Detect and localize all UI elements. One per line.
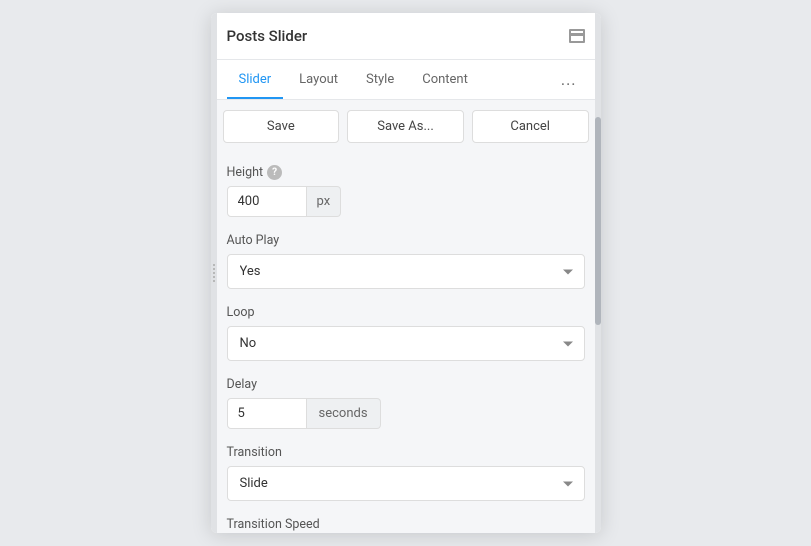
- height-label: Height ?: [227, 165, 585, 180]
- resize-handle[interactable]: [211, 13, 217, 533]
- posts-slider-panel: Posts Slider Slider Layout Style Content…: [211, 13, 601, 533]
- delay-input[interactable]: [227, 398, 307, 429]
- tab-more-button[interactable]: ...: [553, 60, 585, 99]
- height-input[interactable]: [227, 186, 307, 217]
- scrollbar-track: [595, 13, 601, 533]
- panel-header: Posts Slider: [211, 13, 601, 60]
- cancel-button[interactable]: Cancel: [472, 110, 589, 143]
- transition-field-group: Transition Slide Fade Zoom: [227, 445, 585, 501]
- transition-select[interactable]: Slide Fade Zoom: [227, 466, 585, 501]
- loop-label: Loop: [227, 305, 585, 320]
- height-input-group: px: [227, 186, 585, 217]
- tab-layout[interactable]: Layout: [287, 62, 350, 99]
- action-toolbar: Save Save As... Cancel: [211, 100, 601, 153]
- panel-title: Posts Slider: [227, 27, 308, 45]
- auto-play-select[interactable]: Yes No: [227, 254, 585, 289]
- loop-select-wrapper: No Yes: [227, 326, 585, 361]
- tab-style[interactable]: Style: [354, 62, 406, 99]
- transition-select-wrapper: Slide Fade Zoom: [227, 466, 585, 501]
- scrollbar-thumb[interactable]: [595, 117, 601, 325]
- delay-field-group: Delay seconds: [227, 377, 585, 429]
- settings-content: Height ? px Auto Play Yes No Loop: [211, 153, 601, 533]
- transition-label: Transition: [227, 445, 585, 460]
- save-button[interactable]: Save: [223, 110, 340, 143]
- height-unit: px: [307, 186, 342, 217]
- tab-bar: Slider Layout Style Content ...: [211, 60, 601, 100]
- transition-speed-label: Transition Speed: [227, 517, 585, 532]
- delay-label: Delay: [227, 377, 585, 392]
- window-icon[interactable]: [569, 29, 585, 43]
- loop-field-group: Loop No Yes: [227, 305, 585, 361]
- auto-play-label: Auto Play: [227, 233, 585, 248]
- auto-play-field-group: Auto Play Yes No: [227, 233, 585, 289]
- tab-content[interactable]: Content: [410, 62, 480, 99]
- delay-unit: seconds: [307, 398, 381, 429]
- height-help-icon[interactable]: ?: [267, 165, 282, 180]
- auto-play-select-wrapper: Yes No: [227, 254, 585, 289]
- tab-slider[interactable]: Slider: [227, 62, 284, 99]
- height-field-group: Height ? px: [227, 165, 585, 217]
- transition-speed-field-group: Transition Speed: [227, 517, 585, 532]
- delay-input-group: seconds: [227, 398, 585, 429]
- save-as-button[interactable]: Save As...: [347, 110, 464, 143]
- loop-select[interactable]: No Yes: [227, 326, 585, 361]
